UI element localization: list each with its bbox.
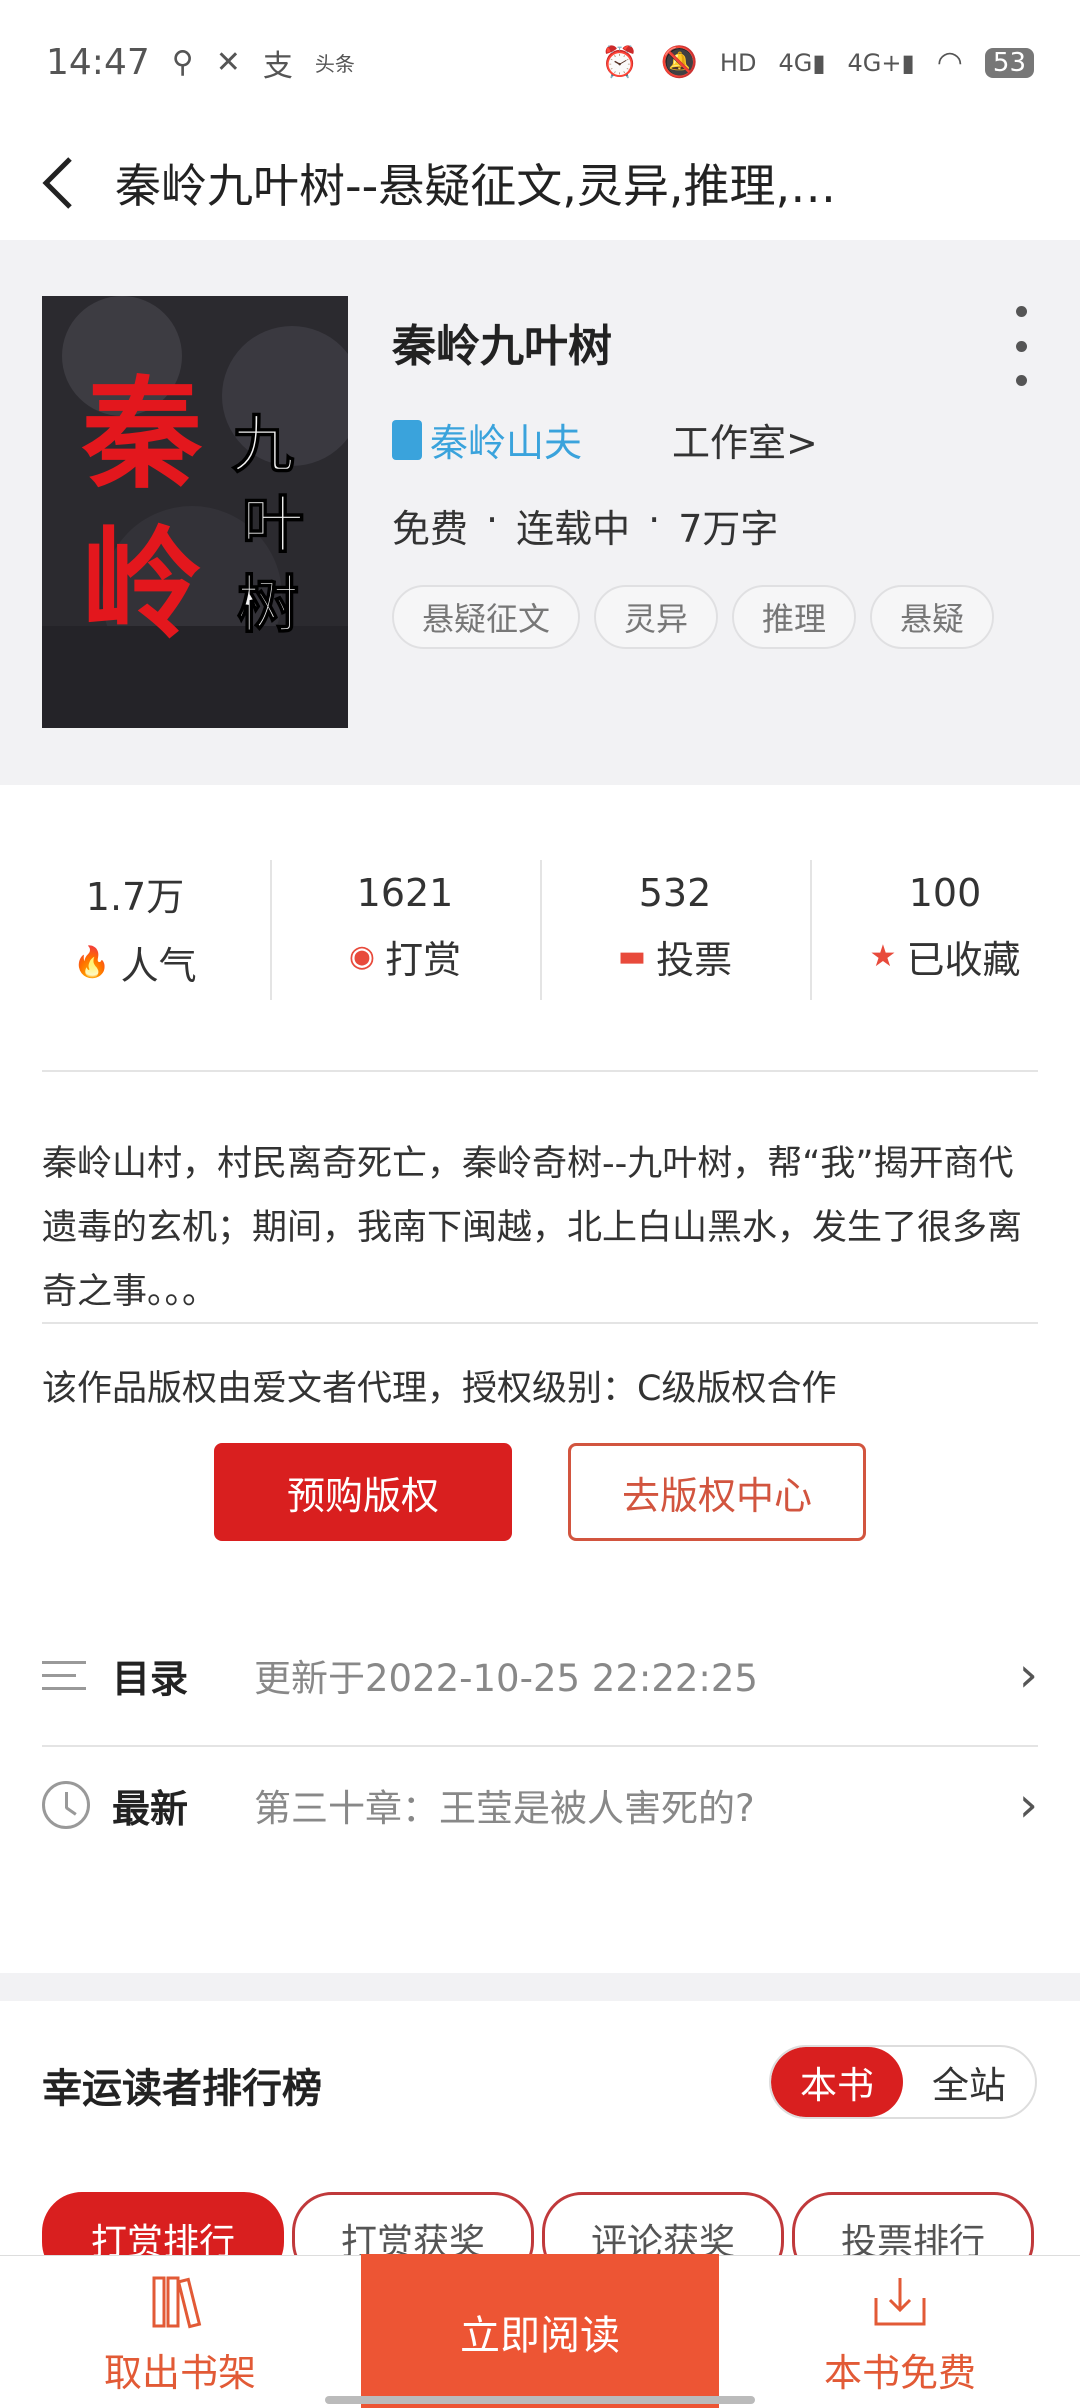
catalog-row[interactable]: 目录 更新于2022-10-25 22:22:25 ›: [42, 1620, 1038, 1730]
meta-separator: ·: [486, 498, 499, 542]
dot: [1015, 375, 1027, 386]
stat-favorite[interactable]: 100 ★ 已收藏: [810, 855, 1080, 1000]
free-book-button[interactable]: 本书免费: [790, 2256, 1010, 2408]
alipay-icon: 支: [262, 48, 293, 84]
battery-indicator: 53: [984, 47, 1034, 78]
chevron-right-icon: ›: [1018, 1777, 1038, 1833]
stat-vote[interactable]: 532 ▬ 投票: [540, 855, 810, 1000]
download-icon: [874, 2278, 926, 2326]
remove-from-shelf-label: 取出书架: [103, 2351, 256, 2395]
scope-all-site[interactable]: 全站: [903, 2047, 1035, 2117]
dot: [1015, 306, 1027, 317]
location-icon: ⚲: [171, 45, 194, 80]
scope-this-book[interactable]: 本书: [771, 2047, 903, 2117]
tag[interactable]: 悬疑: [870, 585, 995, 649]
stat-popularity: 1.7万 🔥 人气: [0, 855, 270, 1000]
tag-list: 悬疑征文 灵异 推理 悬疑: [392, 585, 995, 649]
reward-icon: ◉: [348, 939, 376, 974]
alarm-icon: ⏰: [601, 45, 639, 80]
signal-4g-plus-icon: 4G+▮: [847, 48, 915, 77]
cover-title-char-1: 秦: [81, 369, 203, 502]
back-button[interactable]: [0, 125, 115, 240]
wifi-icon: ◠: [936, 45, 963, 80]
stat-value: 532: [638, 871, 712, 915]
remove-from-shelf-button[interactable]: 取出书架: [70, 2256, 290, 2408]
ranking-title: 幸运读者排行榜: [42, 2066, 322, 2112]
app-bar: 秦岭九叶树--悬疑征文,灵异,推理,…: [0, 125, 1080, 240]
stat-label-row: ◉ 打赏: [349, 929, 461, 984]
tag[interactable]: 推理: [732, 585, 857, 649]
stat-label-row: ▬ 投票: [618, 929, 732, 984]
cover-sub-char-2: 叶: [242, 492, 304, 560]
book-cover[interactable]: 秦 岭 九 叶 树: [42, 296, 348, 728]
ranking-scope-toggle: 本书 全站: [769, 2045, 1037, 2119]
ticket-icon: ▬: [617, 939, 647, 974]
latest-label: 最新: [112, 1786, 189, 1831]
divider: [42, 1745, 1038, 1747]
copyright-center-button[interactable]: 去版权中心: [568, 1443, 866, 1541]
tag[interactable]: 灵异: [594, 585, 719, 649]
latest-chapter-title: 第三十章：王莹是被人害死的?: [254, 1787, 755, 1830]
clock-icon: [42, 1781, 94, 1829]
mute-icon: 🔕: [660, 45, 698, 80]
stat-value: 1621: [356, 871, 454, 915]
status-time: 14:47: [46, 42, 150, 83]
stat-label: 已收藏: [906, 938, 1021, 982]
dot: [1015, 340, 1027, 352]
home-indicator[interactable]: [325, 2396, 755, 2404]
meta-status: 连载中: [516, 507, 631, 551]
star-icon: ★: [869, 939, 897, 974]
catalog-label: 目录: [112, 1656, 189, 1701]
cover-sub-char-1: 九: [232, 412, 294, 480]
preorder-copyright-button[interactable]: 预购版权: [214, 1443, 512, 1541]
page-title: 秦岭九叶树--悬疑征文,灵异,推理,…: [115, 158, 837, 213]
bookshelf-icon: [152, 2276, 202, 2329]
latest-chapter-row[interactable]: 最新 第三十章：王莹是被人害死的? ›: [42, 1750, 1038, 1860]
stat-value: 1.7万: [85, 874, 185, 919]
book-meta: 免费 · 连载中 · 7万字: [392, 498, 778, 553]
signal-4g-icon: 4G▮: [778, 48, 826, 77]
stat-label: 人气: [120, 943, 197, 988]
book-header: 秦 岭 九 叶 树 秦岭九叶树 秦岭山夫 工作室> 免费 · 连载中 · 7万字…: [0, 240, 1080, 785]
author-row: 秦岭山夫 工作室>: [392, 412, 818, 467]
stats-row: 1.7万 🔥 人气 1621 ◉ 打赏 532 ▬ 投票 100 ★ 已收藏: [0, 855, 1080, 1000]
status-bar: 14:47 ⚲ ✕ 支 头条 ⏰ 🔕 HD 4G▮ 4G+▮ ◠ 53: [0, 0, 1080, 125]
chevron-right-icon: ›: [1018, 1647, 1038, 1703]
stat-value: 100: [908, 871, 982, 915]
list-icon: [42, 1660, 94, 1690]
book-synopsis[interactable]: 秦岭山村，村民离奇死亡，秦岭奇树--九叶树，帮“我”揭开商代遗毒的玄机；期间，我…: [42, 1132, 1042, 1324]
tag[interactable]: 悬疑征文: [392, 585, 581, 649]
free-book-label: 本书免费: [823, 2351, 976, 2395]
cover-title-char-2: 岭: [82, 519, 202, 652]
stat-label: 投票: [656, 938, 733, 982]
more-options-button[interactable]: [996, 306, 1046, 386]
stat-label-row: 🔥 人气: [73, 935, 196, 990]
chevron-left-icon: [41, 156, 72, 209]
meta-price: 免费: [392, 507, 469, 551]
divider: [42, 1070, 1038, 1072]
studio-link[interactable]: 工作室>: [672, 412, 818, 467]
license-info: 该作品版权由爱文者代理，授权级别：C级版权合作: [42, 1369, 837, 1409]
divider: [42, 1322, 1038, 1324]
stat-label: 打赏: [385, 938, 462, 982]
author-book-icon: [392, 419, 422, 460]
cover-sub-char-3: 树: [237, 572, 299, 640]
flame-icon: 🔥: [73, 944, 111, 980]
hd-icon: HD: [719, 48, 757, 77]
book-title: 秦岭九叶树: [392, 321, 612, 372]
cover-art: 秦 岭 九 叶 树: [42, 296, 348, 728]
figure-icon: ✕: [215, 45, 241, 80]
author-link[interactable]: 秦岭山夫: [430, 412, 582, 467]
meta-wordcount: 7万字: [678, 507, 779, 551]
catalog-updated: 更新于2022-10-25 22:22:25: [254, 1657, 758, 1700]
stat-reward[interactable]: 1621 ◉ 打赏: [270, 855, 540, 1000]
read-now-button[interactable]: 立即阅读: [361, 2254, 719, 2408]
meta-separator: ·: [648, 498, 661, 542]
stat-label-row: ★ 已收藏: [870, 929, 1021, 984]
toutiao-icon: 头条: [314, 52, 355, 76]
bottom-action-bar: 取出书架 立即阅读 本书免费: [0, 2254, 1080, 2408]
section-divider: [0, 1973, 1080, 2001]
